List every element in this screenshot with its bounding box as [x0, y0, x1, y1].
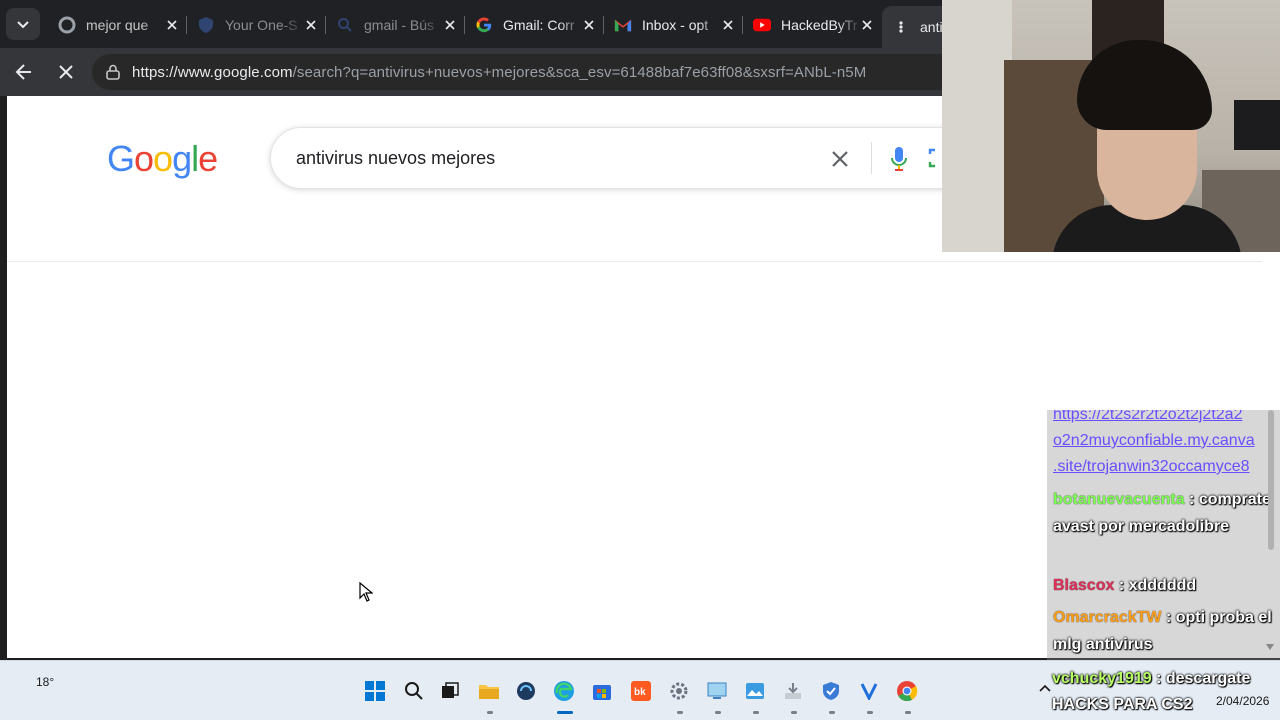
installer-icon[interactable] [781, 679, 805, 703]
chat-link-line[interactable]: https://2t2s2r2t2o2t2j2t2a2 [1053, 410, 1242, 424]
vpn-icon[interactable] [857, 679, 881, 703]
stream-chat-overlay: https://2t2s2r2t2o2t2j2t2a2 o2n2muyconfi… [1047, 410, 1280, 660]
google-g-icon [475, 16, 493, 34]
tab-title: mejor que [86, 17, 149, 33]
search-icon [336, 16, 354, 34]
close-icon[interactable] [720, 17, 736, 33]
close-icon[interactable] [859, 17, 875, 33]
control-panel-icon[interactable] [705, 679, 729, 703]
chat-text: xdddddd [1128, 577, 1197, 594]
gmail-icon [614, 16, 632, 34]
tab-6[interactable]: HackedByTr [743, 8, 881, 42]
chat-message: botanuevacuenta : comprate avast por mer… [1053, 486, 1273, 540]
search-box[interactable]: antivirus nuevos mejores [270, 127, 990, 189]
chat-username: OmarcrackTW [1053, 609, 1162, 626]
app-sync-icon[interactable] [514, 679, 538, 703]
file-explorer-icon[interactable] [477, 679, 501, 703]
tab-title: Gmail: Corr [503, 17, 575, 33]
shield-icon [197, 16, 215, 34]
close-icon [832, 151, 848, 167]
google-logo[interactable]: Google [107, 138, 218, 180]
tab-2[interactable]: Your One-S [187, 8, 326, 42]
tab-1[interactable]: mejor que [48, 8, 187, 42]
tab-title: gmail - Bús [364, 17, 435, 33]
voice-search-button[interactable] [886, 144, 912, 174]
webcam-person-hair [1077, 40, 1212, 130]
stop-loading-button[interactable] [50, 56, 82, 88]
chat-message: Blascox : xdddddd [1053, 572, 1273, 599]
tab-title: Inbox - opt [642, 17, 709, 33]
close-icon[interactable] [164, 17, 180, 33]
chat-scroll-down-icon[interactable] [1266, 644, 1274, 650]
chat-separator: : [1184, 491, 1199, 508]
chat-username: botanuevacuenta [1053, 491, 1185, 508]
back-button[interactable] [8, 56, 40, 88]
close-icon[interactable] [442, 17, 458, 33]
chat-link-line[interactable]: .site/trojanwin32occamyce8 [1053, 458, 1250, 476]
chat-username: vchucky1919 [1052, 670, 1152, 687]
tab-4[interactable]: Gmail: Corr [465, 8, 604, 42]
photos-icon[interactable] [743, 679, 767, 703]
chat-username: Blascox [1053, 577, 1115, 594]
chat-separator: : [1161, 609, 1176, 626]
loading-icon [892, 18, 910, 36]
svg-text:bk: bk [634, 687, 646, 698]
store-icon[interactable] [590, 679, 614, 703]
bk-icon[interactable]: bk [629, 679, 653, 703]
mouse-cursor-icon [359, 582, 373, 602]
url-path: /search?q=antivirus+nuevos+mejores&sca_e… [292, 63, 867, 81]
search-icon[interactable] [402, 679, 426, 703]
chrome-icon[interactable] [895, 679, 919, 703]
url-host: https://www.google.com [132, 63, 293, 81]
google-g-icon [58, 16, 76, 34]
chat-message: OmarcrackTW : opti proba el mlg antiviru… [1053, 604, 1273, 658]
search-input[interactable]: antivirus nuevos mejores [296, 148, 495, 169]
close-icon [59, 65, 73, 79]
active-app-indicator [557, 711, 573, 714]
site-info-icon[interactable] [104, 63, 122, 81]
youtube-icon [753, 16, 771, 34]
edge-icon[interactable] [552, 679, 576, 703]
close-icon[interactable] [303, 17, 319, 33]
webcam-overlay [942, 0, 1280, 252]
tab-3[interactable]: gmail - Bús [326, 8, 465, 42]
settings-icon[interactable] [667, 679, 691, 703]
tab-title: Your One-S [225, 17, 298, 33]
tab-5[interactable]: Inbox - opt [604, 8, 743, 42]
defender-icon[interactable] [819, 679, 843, 703]
arrow-left-icon [15, 64, 31, 80]
tab-title: HackedByTr [781, 17, 858, 33]
url-text: https://www.google.com/search?q=antiviru… [132, 64, 866, 81]
chat-separator: : [1151, 670, 1166, 687]
divider [871, 142, 872, 174]
tab-search-button[interactable] [6, 8, 40, 40]
webcam-background [942, 0, 1012, 252]
chevron-up-icon[interactable] [1038, 683, 1052, 693]
chevron-down-icon [17, 21, 29, 29]
webcam-monitor [1234, 100, 1280, 150]
weather-widget[interactable]: 18° [36, 675, 54, 689]
clear-search-button[interactable] [827, 146, 853, 172]
start-icon[interactable] [363, 679, 387, 703]
microphone-icon [891, 147, 907, 171]
chat-link-line[interactable]: o2n2muyconfiable.my.canva [1053, 432, 1255, 450]
chat-message: vchucky1919 : descargate HACKS PARA CS2 [1052, 666, 1277, 718]
header-divider [7, 261, 1262, 262]
chat-separator: : [1114, 577, 1129, 594]
task-view-icon[interactable] [438, 679, 462, 703]
close-icon[interactable] [581, 17, 597, 33]
chat-scrollbar[interactable] [1268, 410, 1274, 550]
